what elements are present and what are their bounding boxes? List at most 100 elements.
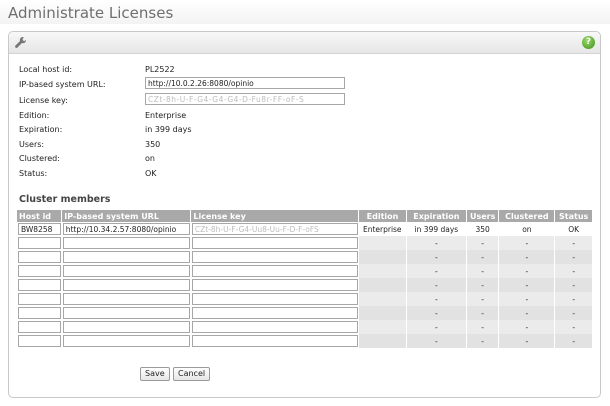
table-row: ---- — [17, 250, 593, 264]
cell-edition — [358, 236, 407, 250]
url-input[interactable] — [62, 279, 190, 291]
cell-expiration: - — [406, 278, 467, 292]
cell-expiration: - — [406, 334, 467, 348]
cell-clustered: - — [498, 264, 556, 278]
cluster-members-table: Host id IP-based system URL License key … — [17, 210, 593, 348]
table-cell — [191, 320, 359, 334]
cell-status: - — [554, 236, 593, 250]
table-cell — [191, 334, 359, 348]
host-id-input[interactable] — [18, 307, 61, 319]
cell-status: - — [554, 278, 593, 292]
cell-expiration: - — [406, 236, 467, 250]
table-cell — [62, 222, 191, 236]
host-id-input[interactable] — [18, 335, 61, 347]
table-row: ---- — [17, 334, 593, 348]
column-header-clustered: Clustered — [498, 210, 556, 222]
expiration-value: in 399 days — [145, 125, 192, 134]
url-input[interactable] — [62, 251, 190, 263]
license-key-input[interactable] — [191, 321, 358, 333]
table-cell — [62, 292, 191, 306]
url-input[interactable] — [62, 223, 190, 235]
cell-users: - — [466, 264, 500, 278]
license-key-input[interactable] — [191, 279, 358, 291]
help-icon[interactable]: ? — [582, 36, 595, 49]
column-header-license-key: License key — [190, 210, 360, 222]
wrench-icon[interactable] — [14, 36, 27, 49]
cell-status: - — [554, 250, 593, 264]
column-header-expiration: Expiration — [406, 210, 467, 222]
column-header-host-id: Host id — [17, 210, 63, 222]
cell-users: - — [466, 292, 500, 306]
license-key-input[interactable] — [191, 293, 358, 305]
cell-expiration: - — [406, 264, 467, 278]
table-cell — [17, 320, 62, 334]
table-cell — [191, 292, 359, 306]
license-key-input[interactable] — [191, 223, 358, 235]
cell-status: - — [554, 292, 593, 306]
clustered-label: Clustered: — [19, 154, 60, 163]
cell-expiration: - — [406, 292, 467, 306]
license-key-input[interactable] — [191, 265, 358, 277]
url-input[interactable] — [62, 293, 190, 305]
table-row: ---- — [17, 264, 593, 278]
table-cell — [62, 236, 191, 250]
host-id-input[interactable] — [18, 279, 61, 291]
expiration-label: Expiration: — [19, 125, 63, 134]
cell-clustered: - — [498, 334, 556, 348]
license-key-label: License key: — [19, 96, 68, 105]
cell-edition — [358, 334, 407, 348]
cell-edition — [358, 278, 407, 292]
license-key-input[interactable] — [191, 251, 358, 263]
table-cell — [17, 264, 62, 278]
cell-edition — [358, 306, 407, 320]
cell-users: - — [466, 278, 500, 292]
cell-status: - — [554, 334, 593, 348]
column-header-status: Status — [554, 210, 593, 222]
table-cell — [62, 250, 191, 264]
table-cell — [17, 292, 62, 306]
cell-users: - — [466, 250, 500, 264]
license-key-input[interactable] — [145, 93, 345, 105]
table-cell — [62, 264, 191, 278]
license-key-input[interactable] — [191, 237, 358, 249]
host-id-input[interactable] — [18, 293, 61, 305]
cell-status: OK — [554, 222, 593, 236]
url-input[interactable] — [62, 307, 190, 319]
url-input[interactable] — [62, 237, 190, 249]
cell-clustered: - — [498, 292, 556, 306]
table-cell — [62, 320, 191, 334]
url-input[interactable] — [62, 321, 190, 333]
table-cell — [17, 334, 62, 348]
host-id-input[interactable] — [18, 237, 61, 249]
cell-clustered: - — [498, 278, 556, 292]
system-url-input[interactable] — [145, 77, 345, 89]
cancel-button[interactable]: Cancel — [173, 367, 211, 381]
cell-clustered: - — [498, 320, 556, 334]
cell-status: - — [554, 320, 593, 334]
table-cell — [62, 334, 191, 348]
host-id-input[interactable] — [18, 223, 61, 235]
license-key-input[interactable] — [191, 335, 358, 347]
cluster-header-row: Host id IP-based system URL License key … — [17, 210, 593, 222]
host-id-input[interactable] — [18, 321, 61, 333]
status-label: Status: — [19, 169, 48, 178]
license-panel: ? Local host id: PL2522 IP-based system … — [8, 31, 601, 398]
host-id-input[interactable] — [18, 265, 61, 277]
table-row: ---- — [17, 320, 593, 334]
column-header-edition: Edition — [358, 210, 407, 222]
host-id-input[interactable] — [18, 251, 61, 263]
url-input[interactable] — [62, 335, 190, 347]
cell-clustered: - — [498, 236, 556, 250]
table-row: ---- — [17, 306, 593, 320]
license-key-input[interactable] — [191, 307, 358, 319]
cell-clustered: - — [498, 306, 556, 320]
table-row: ---- — [17, 292, 593, 306]
users-value: 350 — [145, 140, 161, 149]
status-value: OK — [145, 169, 157, 178]
panel-header: ? — [9, 32, 600, 54]
table-cell — [62, 306, 191, 320]
cell-expiration: - — [406, 306, 467, 320]
save-button[interactable]: Save — [140, 367, 170, 381]
edition-value: Enterprise — [145, 111, 187, 120]
url-input[interactable] — [62, 265, 190, 277]
